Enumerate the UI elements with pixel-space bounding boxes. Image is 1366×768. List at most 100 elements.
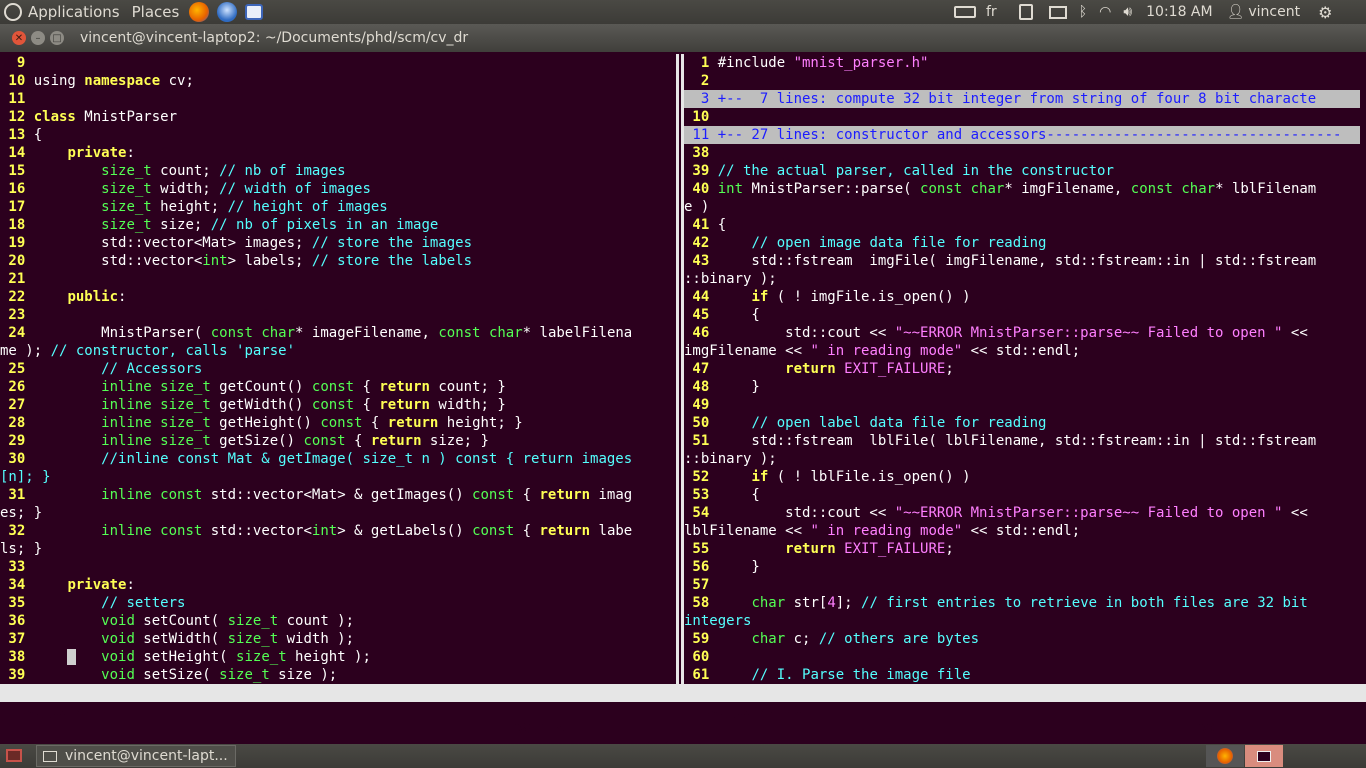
code-line[interactable]: 32 inline const std::vector<int> & getLa… xyxy=(0,522,676,540)
minimize-window-button[interactable]: – xyxy=(31,31,45,45)
code-line[interactable]: 13 { xyxy=(0,126,676,144)
code-line[interactable]: integers xyxy=(684,612,1360,630)
volume-icon[interactable]: 🔊︎ xyxy=(1123,4,1132,20)
clipboard-icon[interactable] xyxy=(1018,4,1033,20)
workspace-terminal-icon[interactable] xyxy=(1245,745,1283,767)
code-line[interactable]: e ) xyxy=(684,198,1360,216)
pidgin-launcher-icon[interactable] xyxy=(245,4,264,20)
code-line[interactable]: 45 { xyxy=(684,306,1360,324)
code-line[interactable]: 41 { xyxy=(684,216,1360,234)
code-line[interactable]: 22 public: xyxy=(0,288,676,306)
code-line[interactable]: 33 xyxy=(0,558,676,576)
code-line[interactable]: ::binary ); xyxy=(684,270,1360,288)
code-line[interactable]: 54 std::cout << "~~ERROR MnistParser::pa… xyxy=(684,504,1360,522)
code-line[interactable]: 29 inline size_t getSize() const { retur… xyxy=(0,432,676,450)
code-line[interactable]: 23 xyxy=(0,306,676,324)
code-line[interactable]: 60 xyxy=(684,648,1360,666)
code-line[interactable]: 42 // open image data file for reading xyxy=(684,234,1360,252)
applications-menu[interactable]: Applications xyxy=(22,3,126,21)
code-line[interactable]: 28 inline size_t getHeight() const { ret… xyxy=(0,414,676,432)
thunderbird-launcher-icon[interactable] xyxy=(217,2,238,22)
code-line[interactable]: me ); // constructor, calls 'parse' xyxy=(0,342,676,360)
code-line[interactable]: 9 xyxy=(0,54,676,72)
workspace-firefox-icon[interactable] xyxy=(1206,745,1244,767)
code-line[interactable]: 48 } xyxy=(684,378,1360,396)
code-line[interactable]: 10 xyxy=(684,108,1360,126)
vim-right-pane[interactable]: 1 #include "mnist_parser.h" 2 3 +-- 7 li… xyxy=(684,54,1360,684)
firefox-launcher-icon[interactable] xyxy=(189,2,210,22)
code-line[interactable]: 47 return EXIT_FAILURE; xyxy=(684,360,1360,378)
code-line[interactable]: 44 if ( ! imgFile.is_open() ) xyxy=(684,288,1360,306)
taskbar-terminal-item[interactable]: vincent@vincent-lapt... xyxy=(36,745,236,767)
gear-icon[interactable]: ⚙ xyxy=(1318,3,1332,22)
code-line[interactable]: 14 private: xyxy=(0,144,676,162)
code-line[interactable]: ls; } xyxy=(0,540,676,558)
maximize-window-button[interactable]: □ xyxy=(50,31,64,45)
ubuntu-logo-icon[interactable] xyxy=(4,3,22,21)
close-window-button[interactable]: ✕ xyxy=(12,31,26,45)
code-line[interactable]: 46 std::cout << "~~ERROR MnistParser::pa… xyxy=(684,324,1360,342)
code-line[interactable]: 57 xyxy=(684,576,1360,594)
code-line[interactable]: 20 std::vector<int> labels; // store the… xyxy=(0,252,676,270)
code-line[interactable]: 24 MnistParser( const char* imageFilenam… xyxy=(0,324,676,342)
code-line[interactable]: 11 xyxy=(0,90,676,108)
code-line[interactable]: 2 xyxy=(684,72,1360,90)
code-line[interactable]: 37 void setWidth( size_t width ); xyxy=(0,630,676,648)
code-token: size_t xyxy=(219,667,270,683)
code-line[interactable]: lblFilename << " in reading mode" << std… xyxy=(684,522,1360,540)
code-line[interactable]: 15 size_t count; // nb of images xyxy=(0,162,676,180)
code-line[interactable]: 3 +-- 7 lines: compute 32 bit integer fr… xyxy=(684,90,1360,108)
window-titlebar[interactable]: ✕ – □ vincent@vincent-laptop2: ~/Documen… xyxy=(0,24,1366,52)
code-line[interactable]: 10 using namespace cv; xyxy=(0,72,676,90)
code-line[interactable]: 50 // open label data file for reading xyxy=(684,414,1360,432)
code-line[interactable]: 18 size_t size; // nb of pixels in an im… xyxy=(0,216,676,234)
code-line[interactable]: 17 size_t height; // height of images xyxy=(0,198,676,216)
code-line[interactable]: ::binary ); xyxy=(684,450,1360,468)
code-line[interactable]: 43 std::fstream imgFile( imgFilename, st… xyxy=(684,252,1360,270)
vim-left-pane[interactable]: 9 10 using namespace cv; 11 12 class Mni… xyxy=(0,54,676,684)
code-line[interactable]: 19 std::vector<Mat> images; // store the… xyxy=(0,234,676,252)
code-line[interactable]: 51 std::fstream lblFile( lblFilename, st… xyxy=(684,432,1360,450)
code-line[interactable]: es; } xyxy=(0,504,676,522)
code-line[interactable]: imgFilename << " in reading mode" << std… xyxy=(684,342,1360,360)
code-line[interactable]: 30 //inline const Mat & getImage( size_t… xyxy=(0,450,676,468)
places-menu[interactable]: Places xyxy=(126,3,186,21)
code-line[interactable]: 59 char c; // others are bytes xyxy=(684,630,1360,648)
code-line[interactable]: [n]; } xyxy=(0,468,676,486)
clock[interactable]: 10:18 AM xyxy=(1146,4,1212,20)
code-line[interactable]: 31 inline const std::vector<Mat> & getIm… xyxy=(0,486,676,504)
code-line[interactable]: 53 { xyxy=(684,486,1360,504)
code-line[interactable]: 35 // setters xyxy=(0,594,676,612)
code-line[interactable]: 1 #include "mnist_parser.h" xyxy=(684,54,1360,72)
code-line[interactable]: 56 } xyxy=(684,558,1360,576)
code-line[interactable]: 52 if ( ! lblFile.is_open() ) xyxy=(684,468,1360,486)
code-line[interactable]: 39 // the actual parser, called in the c… xyxy=(684,162,1360,180)
terminal-area[interactable]: 9 10 using namespace cv; 11 12 class Mni… xyxy=(0,52,1366,755)
show-desktop-icon[interactable] xyxy=(6,749,22,762)
code-line[interactable]: 34 private: xyxy=(0,576,676,594)
code-line[interactable]: 40 int MnistParser::parse( const char* i… xyxy=(684,180,1360,198)
vim-command-line[interactable] xyxy=(0,702,1366,738)
code-line[interactable]: 26 inline size_t getCount() const { retu… xyxy=(0,378,676,396)
keyboard-icon[interactable] xyxy=(954,6,976,18)
code-line[interactable]: 16 size_t width; // width of images xyxy=(0,180,676,198)
vim-vertical-split[interactable] xyxy=(676,54,684,684)
code-line[interactable]: 27 inline size_t getWidth() const { retu… xyxy=(0,396,676,414)
code-line[interactable]: 25 // Accessors xyxy=(0,360,676,378)
code-line[interactable]: 11 +-- 27 lines: constructor and accesso… xyxy=(684,126,1360,144)
bluetooth-icon[interactable]: ᛒ xyxy=(1079,4,1087,20)
code-line[interactable]: 21 xyxy=(0,270,676,288)
code-line[interactable]: 61 // I. Parse the image file xyxy=(684,666,1360,684)
code-line[interactable]: 38 xyxy=(684,144,1360,162)
keyboard-layout[interactable]: fr xyxy=(986,4,997,20)
code-line[interactable]: 39 void setSize( size_t size ); xyxy=(0,666,676,684)
mail-icon[interactable] xyxy=(1048,5,1067,19)
code-line[interactable]: 58 char str[4]; // first entries to retr… xyxy=(684,594,1360,612)
wifi-icon[interactable]: ◠ xyxy=(1099,4,1111,20)
code-line[interactable]: 36 void setCount( size_t count ); xyxy=(0,612,676,630)
user-name[interactable]: vincent xyxy=(1248,4,1300,20)
code-line[interactable]: 12 class MnistParser xyxy=(0,108,676,126)
code-line[interactable]: 55 return EXIT_FAILURE; xyxy=(684,540,1360,558)
code-line[interactable]: 38 void setHeight( size_t height ); xyxy=(0,648,676,666)
code-line[interactable]: 49 xyxy=(684,396,1360,414)
